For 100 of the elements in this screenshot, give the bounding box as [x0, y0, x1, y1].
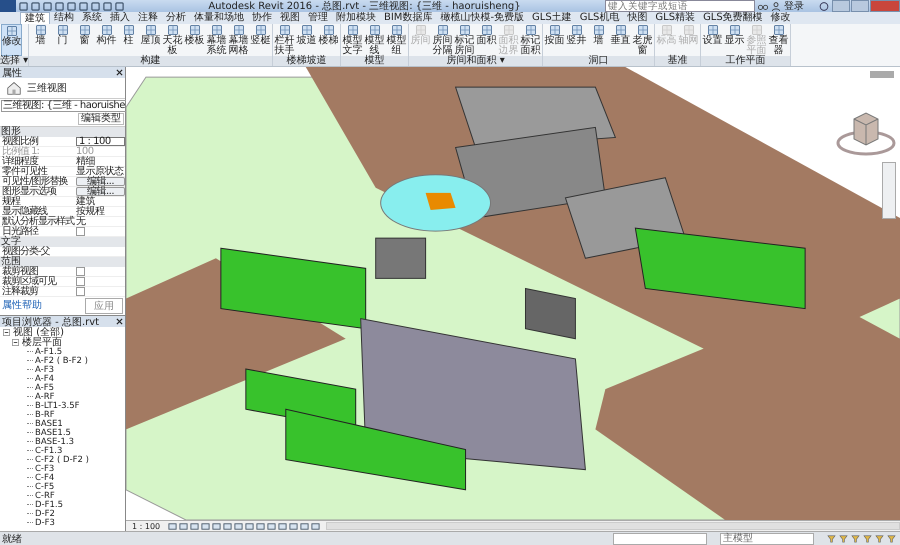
collapse-icon[interactable]	[3, 328, 10, 336]
tree-item[interactable]: C-F1.3	[35, 446, 62, 456]
ribbon-tool-button[interactable]: 修改	[1, 24, 22, 56]
tree-item[interactable]: C-F2 ( D-F2 )	[35, 454, 89, 464]
tree-item[interactable]: C-RF	[35, 490, 55, 500]
tree-item[interactable]: BASE1.5	[35, 428, 71, 438]
ribbon-tab[interactable]: 建筑	[20, 12, 50, 24]
tree-item[interactable]: BASE-1.3	[35, 436, 74, 446]
ribbon-tool-button[interactable]: 楼板	[184, 24, 206, 56]
ribbon-tool-button[interactable]: 幕墙系统	[206, 24, 228, 56]
apply-button[interactable]: 应用	[85, 298, 123, 314]
group-header[interactable]: 文字	[0, 237, 125, 247]
panel-label[interactable]: 工作平面	[701, 56, 790, 66]
view-scale[interactable]: 1 : 100	[126, 522, 166, 530]
tree-item[interactable]: B-LT1-3.5F	[35, 400, 80, 410]
tree-item[interactable]: A-F1.5	[35, 346, 62, 356]
ribbon-tab[interactable]: GLS精装	[651, 12, 700, 24]
ribbon-tab[interactable]: GLS土建	[528, 12, 576, 24]
ribbon-tool-button[interactable]: 显示	[724, 24, 746, 56]
checkbox[interactable]	[76, 227, 85, 236]
view-selector[interactable]: 三维视图: {三维 - haoruishe	[1, 100, 127, 112]
checkbox[interactable]	[76, 277, 85, 286]
tree-item[interactable]: C-F5	[35, 482, 54, 492]
tree-item[interactable]: A-F2 ( B-F2 )	[35, 356, 88, 366]
ribbon-tool-button[interactable]: 查看器	[768, 24, 790, 56]
ribbon-tab[interactable]: 视图	[276, 12, 304, 24]
close-icon[interactable]	[116, 318, 123, 325]
ribbon-tool-button[interactable]: 窗	[74, 24, 96, 56]
ribbon-tool-button[interactable]: 坡道	[296, 24, 318, 56]
ribbon-tool-button[interactable]: 标记房间	[454, 24, 476, 56]
ribbon-tab[interactable]: 结构	[50, 12, 78, 24]
ribbon-tab[interactable]: 橄榄山快模-免费版	[436, 12, 528, 24]
ribbon-tool-button[interactable]: 天花板	[162, 24, 184, 56]
panel-label[interactable]: 房间和面积 ▾	[409, 56, 542, 66]
ribbon-tool-button[interactable]: 幕墙网格	[228, 24, 250, 56]
panel-label[interactable]: 构建	[29, 56, 272, 66]
tree-item[interactable]: C-F3	[35, 464, 54, 474]
help-icon[interactable]	[819, 2, 829, 10]
edit-button[interactable]: 编辑...	[76, 177, 125, 186]
ribbon-tool-button[interactable]: 构件	[96, 24, 118, 56]
ribbon-tool-button[interactable]: 垂直	[610, 24, 632, 56]
ribbon-tool-button[interactable]: 房间分隔	[432, 24, 454, 56]
tree-item[interactable]: D-F2	[35, 508, 55, 518]
user-icon[interactable]	[771, 2, 781, 10]
ribbon-tab[interactable]: 修改	[766, 12, 795, 24]
ribbon-tool-button[interactable]: 墙	[588, 24, 610, 56]
sign-in-link[interactable]: 登录	[784, 0, 804, 13]
ribbon-tool-button[interactable]: 柱	[118, 24, 140, 56]
close-icon[interactable]	[116, 69, 123, 76]
ribbon-tab[interactable]: 插入	[106, 12, 134, 24]
ribbon-tool-button[interactable]: 模型文字	[342, 24, 364, 56]
property-input[interactable]: 1 : 100	[76, 137, 125, 146]
ribbon-tab[interactable]: 协作	[248, 12, 276, 24]
group-header[interactable]: 图形	[0, 127, 125, 137]
ribbon-tool-button[interactable]: 模型组	[386, 24, 408, 56]
ribbon-tab[interactable]: 快图	[623, 12, 652, 24]
ribbon-tool-button[interactable]: 楼梯	[318, 24, 340, 56]
ribbon-tool-button[interactable]: 竖梃	[250, 24, 272, 56]
ribbon-tool-button[interactable]: 屋顶	[140, 24, 162, 56]
checkbox[interactable]	[76, 267, 85, 276]
ribbon-tool-button[interactable]: 墙	[30, 24, 52, 56]
checkbox[interactable]	[76, 287, 85, 296]
ribbon-tab[interactable]: 体量和场地	[190, 12, 248, 24]
tree-item[interactable]: A-F4	[35, 374, 54, 384]
ribbon-tab[interactable]: GLS机电	[576, 12, 624, 24]
edit-button[interactable]: 编辑...	[76, 187, 125, 196]
panel-label[interactable]: 楼梯坡道	[273, 56, 340, 66]
panel-label[interactable]: 选择 ▾	[0, 56, 28, 66]
tree-item[interactable]: 楼层平面	[22, 335, 62, 349]
tree-item[interactable]: BASE1	[35, 418, 63, 428]
design-option-dropdown[interactable]: 主模型	[720, 532, 814, 544]
tree-item[interactable]: D-F1.5	[35, 500, 64, 510]
panel-label[interactable]: 基准	[655, 56, 700, 66]
ribbon-tool-button[interactable]: 设置	[702, 24, 724, 56]
tree-item[interactable]: D-F3	[35, 518, 55, 528]
ribbon-tool-button[interactable]: 老虎窗	[632, 24, 654, 56]
tree-item[interactable]: B-RF	[35, 410, 55, 420]
ribbon-tab[interactable]: 管理	[304, 12, 332, 24]
ribbon-tab[interactable]: 分析	[162, 12, 190, 24]
tree-item[interactable]: C-F4	[35, 472, 54, 482]
ribbon-tool-button[interactable]: 竖井	[566, 24, 588, 56]
panel-label[interactable]: 模型	[341, 56, 408, 66]
panel-title: 项目浏览器 - 总图.rvt	[2, 316, 100, 328]
ribbon-tool-button[interactable]: 模型线	[364, 24, 386, 56]
ribbon-tool-button[interactable]: 标记面积	[520, 24, 542, 56]
horizontal-scrollbar[interactable]	[326, 522, 900, 530]
tree-item[interactable]: A-F3	[35, 364, 54, 374]
properties-help-link[interactable]: 属性帮助	[2, 298, 42, 314]
ribbon-tool-button[interactable]: 栏杆扶手	[274, 24, 296, 56]
ribbon-tab[interactable]: 附加模块	[332, 12, 380, 24]
edit-type-button[interactable]: 编辑类型	[78, 113, 124, 125]
group-header[interactable]: 范围	[0, 257, 125, 267]
ribbon-tool-button[interactable]: 面积	[476, 24, 498, 56]
ribbon-tab[interactable]: GLS免费翻模	[699, 12, 767, 24]
tree-item[interactable]: A-RF	[35, 392, 54, 402]
collapse-icon[interactable]	[12, 338, 19, 346]
panel-label[interactable]: 洞口	[543, 56, 654, 66]
ribbon-tool-button[interactable]: 门	[52, 24, 74, 56]
ribbon-tool-button[interactable]: 按面	[544, 24, 566, 56]
tree-item[interactable]: A-F5	[35, 382, 54, 392]
